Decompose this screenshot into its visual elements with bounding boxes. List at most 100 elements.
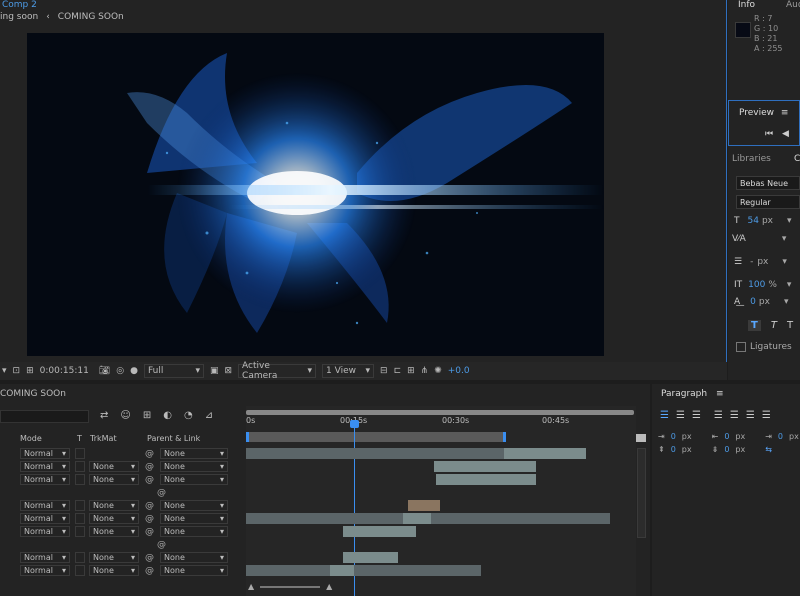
faux-italic-button[interactable]: T xyxy=(771,320,777,331)
shy-layers-icon[interactable]: ☺ xyxy=(120,410,130,421)
space-after-value[interactable]: 0 xyxy=(724,445,729,454)
transparency-grid-icon[interactable]: ⊞ xyxy=(26,366,34,376)
trkmat-select[interactable]: None ▾ xyxy=(89,474,139,485)
font-style-select[interactable]: Regular xyxy=(736,195,800,209)
text-direction-icon[interactable]: ⇆ xyxy=(765,445,772,454)
region-of-interest-icon[interactable]: ⊡ xyxy=(13,366,21,376)
faux-bold-button[interactable]: T xyxy=(748,320,761,331)
layer-duration-bar[interactable] xyxy=(408,500,440,511)
trkmat-select[interactable]: None ▾ xyxy=(89,513,139,524)
exposure-value[interactable]: +0.0 xyxy=(448,366,470,376)
pick-whip-icon[interactable]: @ xyxy=(157,540,166,550)
pick-whip-icon[interactable]: @ xyxy=(145,475,154,485)
preserve-transparency-toggle[interactable] xyxy=(75,513,85,524)
flowchart-icon[interactable]: ⋔ xyxy=(421,366,429,376)
mode-select[interactable]: Normal ▾ xyxy=(20,448,70,459)
zoom-slider[interactable]: ▲ ▲ xyxy=(248,582,332,591)
indent-left-value[interactable]: 0 xyxy=(671,432,676,441)
trkmat-select[interactable]: None ▾ xyxy=(89,552,139,563)
tab-info[interactable]: Info xyxy=(738,0,755,10)
layer-row[interactable]: Normal ▾ None ▾ @ None ▾ xyxy=(0,460,245,473)
space-before-value[interactable]: 0 xyxy=(671,445,676,454)
composition-render[interactable] xyxy=(27,33,604,356)
color-channel-icon[interactable]: ● xyxy=(130,366,138,376)
layer-row[interactable]: Normal ▾ None ▾ @ None ▾ xyxy=(0,564,245,577)
timeline-icon[interactable]: ⊞ xyxy=(407,366,415,376)
layer-duration-bar[interactable] xyxy=(246,448,506,459)
chevron-down-icon[interactable]: ▾ xyxy=(787,280,792,290)
work-area-bar[interactable] xyxy=(246,432,506,442)
layer-row[interactable]: Normal ▾ None ▾ @ None ▾ xyxy=(0,525,245,538)
fast-previews-icon[interactable]: ⊏ xyxy=(394,366,402,376)
chevron-down-icon[interactable]: ▾ xyxy=(782,234,787,244)
parent-select[interactable]: None ▾ xyxy=(160,474,228,485)
layer-duration-bar[interactable] xyxy=(504,448,586,459)
layer-row[interactable]: Normal ▾ None ▾ @ None ▾ xyxy=(0,499,245,512)
preserve-transparency-toggle[interactable] xyxy=(75,552,85,563)
breadcrumb-item[interactable]: ing soon xyxy=(0,12,38,22)
time-navigator[interactable] xyxy=(246,410,634,415)
previous-frame-icon[interactable]: ◀︎ xyxy=(782,129,789,139)
parent-select[interactable]: None ▾ xyxy=(160,500,228,511)
show-snapshot-icon[interactable]: ◎ xyxy=(116,366,124,376)
mode-select[interactable]: Normal ▾ xyxy=(20,526,70,537)
align-right-icon[interactable]: ☰ xyxy=(692,410,701,421)
preserve-transparency-toggle[interactable] xyxy=(75,448,85,459)
trkmat-select[interactable]: None ▾ xyxy=(89,461,139,472)
trkmat-select[interactable]: None ▾ xyxy=(89,500,139,511)
region-icon[interactable]: ▣ xyxy=(210,366,219,376)
layer-duration-bar[interactable] xyxy=(434,461,536,472)
layer-row[interactable]: Normal ▾ @ None ▾ xyxy=(0,447,245,460)
transparency-icon[interactable]: ⊠ xyxy=(224,366,232,376)
tab-libraries[interactable]: Libraries xyxy=(732,154,771,164)
vertical-scale-value[interactable]: 100 xyxy=(748,280,765,290)
pick-whip-icon[interactable]: @ xyxy=(145,553,154,563)
breadcrumb-item[interactable]: COMING SOOn xyxy=(58,12,124,22)
camera-select[interactable]: Active Camera ▾ xyxy=(238,361,317,381)
preserve-transparency-toggle[interactable] xyxy=(75,565,85,576)
pick-whip-icon[interactable]: @ xyxy=(145,462,154,472)
brainstorm-icon[interactable]: ⊿ xyxy=(205,410,213,421)
pick-whip-icon[interactable]: @ xyxy=(145,566,154,576)
tab-audio[interactable]: Aud xyxy=(786,0,800,10)
snapshot-icon[interactable]: 📷︎ xyxy=(99,366,110,376)
mode-select[interactable]: Normal ▾ xyxy=(20,500,70,511)
pick-whip-icon[interactable]: @ xyxy=(145,527,154,537)
preserve-transparency-toggle[interactable] xyxy=(75,526,85,537)
time-ruler[interactable]: 0s 00:15s 00:30s 00:45s xyxy=(246,416,636,430)
layer-duration-bar[interactable] xyxy=(246,565,481,576)
view-layout-select[interactable]: 1 View ▾ xyxy=(322,364,375,378)
layer-row[interactable]: @ xyxy=(0,538,245,551)
motion-blur-icon[interactable]: ◐ xyxy=(163,410,172,421)
layer-duration-bar[interactable] xyxy=(403,513,431,524)
chevron-down-icon[interactable]: ▾ xyxy=(2,366,7,376)
justify-all-icon[interactable]: ☰ xyxy=(762,410,771,421)
mode-select[interactable]: Normal ▾ xyxy=(20,513,70,524)
parent-select[interactable]: None ▾ xyxy=(160,461,228,472)
layer-search-input[interactable] xyxy=(0,410,89,423)
graph-editor-icon[interactable]: ◔ xyxy=(184,410,193,421)
font-family-select[interactable]: Bebas Neue xyxy=(736,176,800,190)
preserve-transparency-toggle[interactable] xyxy=(75,500,85,511)
all-caps-button[interactable]: T xyxy=(787,320,793,331)
layer-duration-bar[interactable] xyxy=(330,565,354,576)
trkmat-select[interactable]: None ▾ xyxy=(89,526,139,537)
baseline-shift-value[interactable]: 0 xyxy=(750,297,756,307)
preserve-transparency-toggle[interactable] xyxy=(75,461,85,472)
pick-whip-icon[interactable]: @ xyxy=(145,514,154,524)
pick-whip-icon[interactable]: @ xyxy=(145,449,154,459)
tab-character[interactable]: C xyxy=(794,154,800,164)
leading-value[interactable]: - xyxy=(750,257,753,267)
toggle-pixel-aspect-icon[interactable]: ⊟ xyxy=(380,366,388,376)
preserve-transparency-toggle[interactable] xyxy=(75,474,85,485)
indent-first-value[interactable]: 0 xyxy=(778,432,783,441)
parent-select[interactable]: None ▾ xyxy=(160,565,228,576)
zoom-in-icon[interactable]: ▲ xyxy=(326,582,332,591)
parent-select[interactable]: None ▾ xyxy=(160,526,228,537)
panel-menu-icon[interactable]: ≡ xyxy=(716,389,724,399)
reset-exposure-icon[interactable]: ✺ xyxy=(434,366,442,376)
mode-select[interactable]: Normal ▾ xyxy=(20,552,70,563)
tab-comp-name[interactable]: Comp 2 xyxy=(2,0,37,10)
resolution-select[interactable]: Full ▾ xyxy=(143,364,204,378)
first-frame-icon[interactable]: ⏮ xyxy=(765,129,773,139)
